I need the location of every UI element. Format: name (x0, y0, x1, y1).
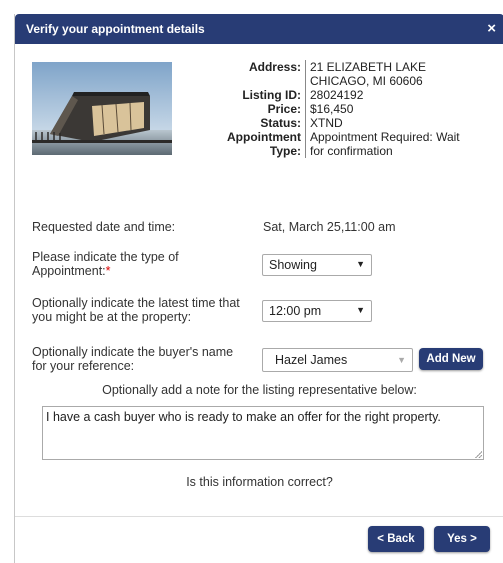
appointment-type-value: Appointment Required: Wait for confirmat… (305, 130, 495, 158)
status-row: Status: XTND (175, 116, 495, 130)
latest-time-label-line2: you might be at the property: (32, 310, 192, 324)
note-textarea[interactable]: I have a cash buyer who is ready to make… (42, 406, 484, 460)
appointment-type-label-line2: Type: (269, 144, 301, 158)
listing-id-value: 28024192 (305, 88, 495, 102)
buyer-name-select[interactable]: Hazel James ▼ (262, 348, 413, 372)
latest-time-selected: 12:00 pm (269, 304, 322, 318)
confirm-question: Is this information correct? (186, 475, 333, 489)
listing-id-label: Listing ID: (242, 88, 301, 102)
buyer-name-label: Optionally indicate the buyer's name for… (32, 345, 233, 373)
status-label: Status: (260, 116, 301, 130)
appointment-dialog: Verify your appointment details × Addres… (14, 14, 503, 563)
add-new-buyer-button[interactable]: Add New (419, 348, 483, 370)
buyer-name-selected: Hazel James (275, 353, 348, 367)
price-value: $16,450 (305, 102, 495, 116)
appointment-type-select[interactable]: Showing ▼ (262, 254, 372, 276)
buyer-name-label-line1: Optionally indicate the buyer's name (32, 345, 234, 359)
appointment-type-row: Appointment Type: Appointment Required: … (175, 130, 495, 158)
address-line1: 21 ELIZABETH LAKE (310, 60, 427, 74)
listing-photo (32, 62, 172, 155)
address-label: Address: (248, 60, 301, 74)
appointment-type-label-line1: Appointment (227, 130, 301, 144)
appointment-type-selected: Showing (269, 258, 317, 272)
appointment-type-value-line1: Appointment Required: Wait (310, 130, 460, 144)
chevron-down-icon: ▼ (356, 259, 365, 269)
status-value: XTND (305, 116, 495, 130)
appointment-type-value-line2: for confirmation (310, 144, 393, 158)
address-row: Address: 21 ELIZABETH LAKE CHICAGO, MI 6… (175, 60, 495, 88)
latest-time-label-line1: Optionally indicate the latest time that (32, 296, 240, 310)
latest-time-select[interactable]: 12:00 pm ▼ (262, 300, 372, 322)
note-label: Optionally add a note for the listing re… (102, 383, 417, 397)
address-value: 21 ELIZABETH LAKE CHICAGO, MI 60606 (305, 60, 495, 88)
house-photo-icon (32, 62, 172, 155)
close-icon[interactable]: × (487, 20, 496, 37)
appointment-type-field-label-line2: Appointment:* (32, 264, 179, 278)
resize-grip-icon[interactable] (475, 451, 482, 458)
requested-time-label: Requested date and time: (32, 220, 176, 234)
listing-details: Address: 21 ELIZABETH LAKE CHICAGO, MI 6… (175, 60, 495, 158)
chevron-down-icon: ▼ (397, 355, 406, 365)
chevron-down-icon: ▼ (356, 305, 365, 315)
listing-id-row: Listing ID: 28024192 (175, 88, 495, 102)
yes-button[interactable]: Yes > (434, 526, 490, 552)
address-line2: CHICAGO, MI 60606 (310, 74, 423, 88)
appointment-type-field-label-line1: Please indicate the type of (32, 250, 179, 264)
price-row: Price: $16,450 (175, 102, 495, 116)
appointment-type-label: Appointment Type: (175, 130, 305, 158)
dialog-titlebar: Verify your appointment details × (15, 14, 503, 44)
requested-time-value: Sat, March 25,11:00 am (263, 220, 396, 234)
required-marker: * (105, 264, 111, 278)
dialog-title: Verify your appointment details (26, 22, 205, 36)
note-text: I have a cash buyer who is ready to make… (46, 410, 441, 424)
price-label: Price: (267, 102, 301, 116)
buyer-name-label-line2: for your reference: (32, 359, 135, 373)
footer-divider (15, 516, 503, 517)
appointment-type-field-label-text: Appointment: (32, 264, 106, 278)
back-button[interactable]: < Back (368, 526, 424, 552)
appointment-type-field-label: Please indicate the type of Appointment:… (32, 250, 179, 278)
latest-time-label: Optionally indicate the latest time that… (32, 296, 240, 324)
